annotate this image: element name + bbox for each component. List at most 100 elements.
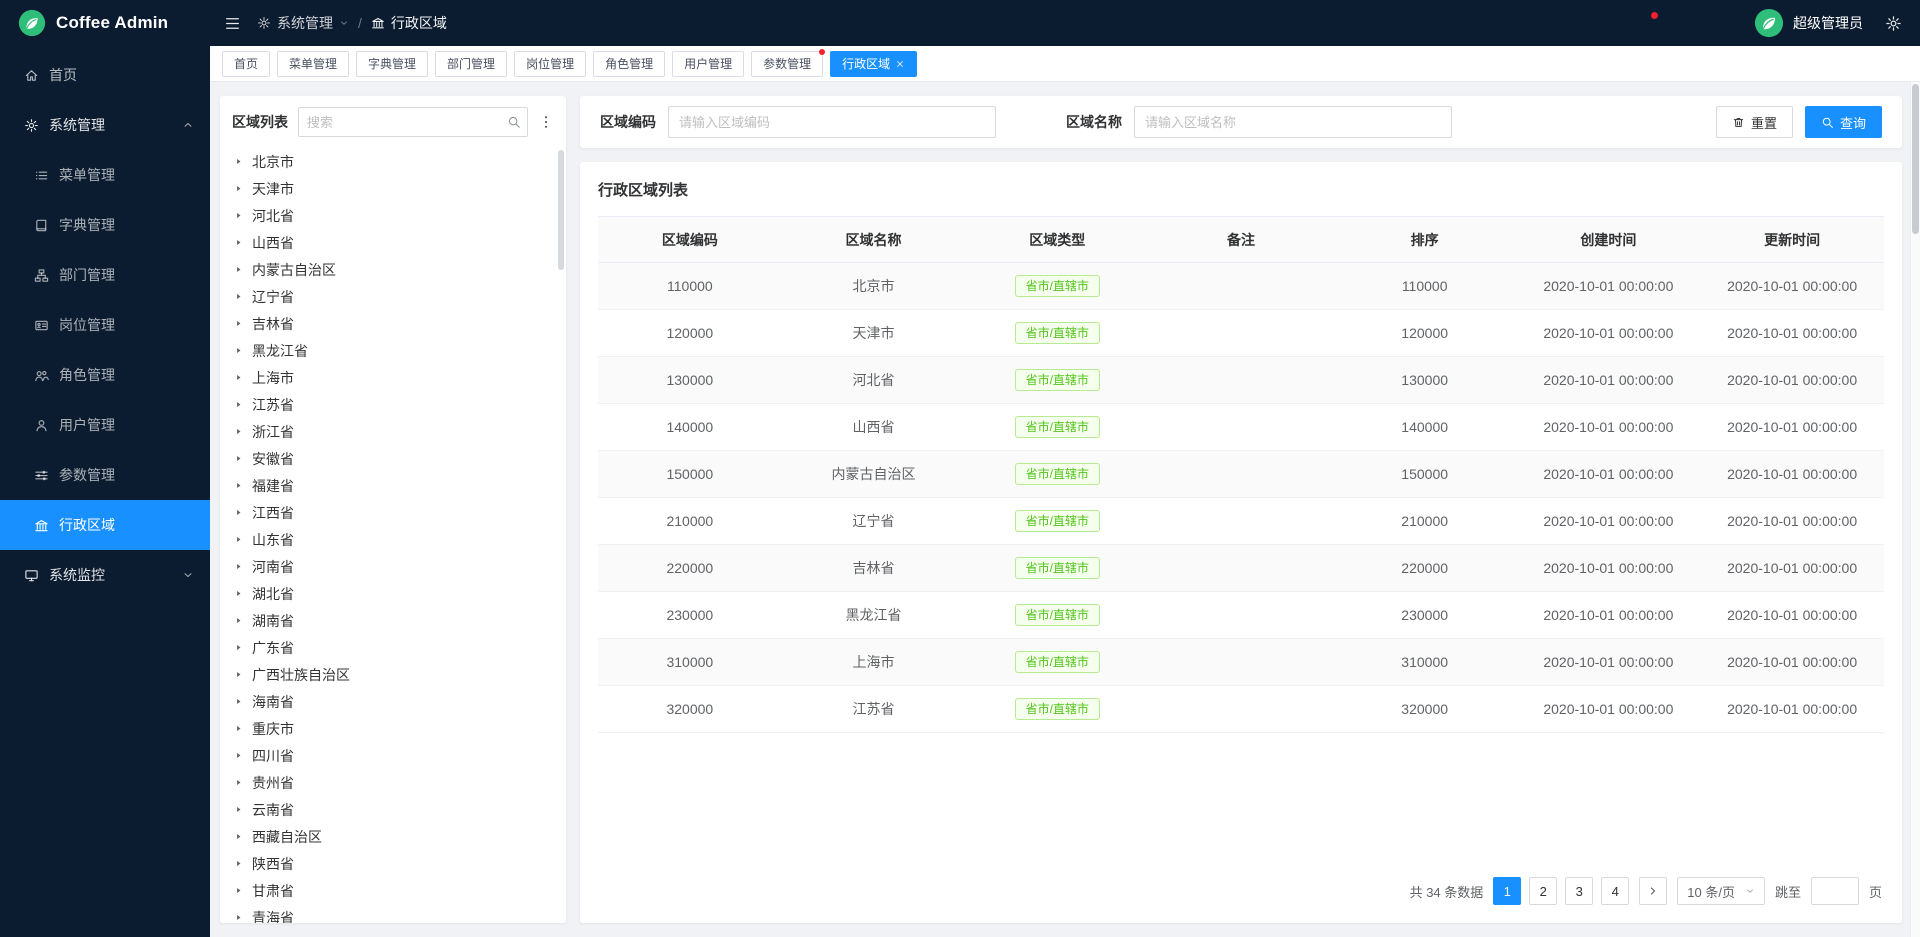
tree-item-region[interactable]: 四川省 [220,742,566,769]
tab[interactable]: 菜单管理 [277,51,349,77]
caret-right-icon[interactable] [234,832,243,841]
caret-right-icon[interactable] [234,697,243,706]
tree-item-region[interactable]: 山东省 [220,526,566,553]
tree-item-region[interactable]: 辽宁省 [220,283,566,310]
caret-right-icon[interactable] [234,346,243,355]
table-row[interactable]: 310000 上海市 省市/直辖市 310000 2020-10-01 00:0… [598,639,1884,686]
tree-search-input[interactable] [299,115,501,130]
caret-right-icon[interactable] [234,913,243,922]
breadcrumb-root[interactable]: 系统管理 [257,13,349,33]
tree-item-region[interactable]: 安徽省 [220,445,566,472]
sidebar-item[interactable]: 系统监控 [0,550,210,600]
caret-right-icon[interactable] [234,292,243,301]
caret-right-icon[interactable] [234,454,243,463]
tree-item-region[interactable]: 江苏省 [220,391,566,418]
tree-item-region[interactable]: 贵州省 [220,769,566,796]
table-row[interactable]: 110000 北京市 省市/直辖市 110000 2020-10-01 00:0… [598,263,1884,310]
query-button[interactable]: 查询 [1805,106,1882,138]
caret-right-icon[interactable] [234,670,243,679]
sidebar-item[interactable]: 系统管理 [0,100,210,150]
tree-item-region[interactable]: 吉林省 [220,310,566,337]
tree-item-region[interactable]: 山西省 [220,229,566,256]
table-row[interactable]: 120000 天津市 省市/直辖市 120000 2020-10-01 00:0… [598,310,1884,357]
tool-icon[interactable] [1637,15,1654,32]
page-button[interactable]: 1 [1493,877,1521,905]
table-tool-icon[interactable] [1796,181,1812,197]
table-row[interactable]: 150000 内蒙古自治区 省市/直辖市 150000 2020-10-01 0… [598,451,1884,498]
table-row[interactable]: 130000 河北省 省市/直辖市 130000 2020-10-01 00:0… [598,357,1884,404]
tabbar-tool-icon[interactable] [1855,56,1870,71]
tool-icon[interactable] [1715,15,1732,32]
tab[interactable]: 行政区域 [830,51,917,77]
tree-item-region[interactable]: 西藏自治区 [220,823,566,850]
sidebar-item[interactable]: 部门管理 [0,250,210,300]
tree-item-region[interactable]: 湖南省 [220,607,566,634]
caret-right-icon[interactable] [234,481,243,490]
tab[interactable]: 角色管理 [593,51,665,77]
sidebar-item[interactable]: 参数管理 [0,450,210,500]
tree-item-region[interactable]: 河北省 [220,202,566,229]
tree-item-region[interactable]: 江西省 [220,499,566,526]
menu-collapse-icon[interactable] [224,15,241,32]
tree-item-region[interactable]: 云南省 [220,796,566,823]
caret-right-icon[interactable] [234,400,243,409]
tree-item-region[interactable]: 福建省 [220,472,566,499]
caret-right-icon[interactable] [234,427,243,436]
region-code-input[interactable] [668,106,996,138]
sidebar-item[interactable]: 用户管理 [0,400,210,450]
table-row[interactable]: 220000 吉林省 省市/直辖市 220000 2020-10-01 00:0… [598,545,1884,592]
page-button[interactable]: 3 [1565,877,1593,905]
caret-right-icon[interactable] [234,157,243,166]
caret-right-icon[interactable] [234,724,243,733]
caret-right-icon[interactable] [234,805,243,814]
sidebar-item[interactable]: 首页 [0,50,210,100]
sidebar-item[interactable]: 行政区域 [0,500,210,550]
tab[interactable]: 岗位管理 [514,51,586,77]
tree-item-region[interactable]: 海南省 [220,688,566,715]
caret-right-icon[interactable] [234,859,243,868]
caret-right-icon[interactable] [234,616,243,625]
tabbar-tool-icon[interactable] [1893,56,1908,71]
tree-search-button[interactable] [501,108,527,136]
tree-item-region[interactable]: 广东省 [220,634,566,661]
table-row[interactable]: 210000 辽宁省 省市/直辖市 210000 2020-10-01 00:0… [598,498,1884,545]
caret-right-icon[interactable] [234,265,243,274]
tree-item-region[interactable]: 黑龙江省 [220,337,566,364]
caret-right-icon[interactable] [234,886,243,895]
table-tool-icon[interactable] [1832,181,1848,197]
caret-right-icon[interactable] [234,319,243,328]
tab[interactable]: 字典管理 [356,51,428,77]
tree-scrollbar-thumb[interactable] [558,150,564,270]
table-tool-icon[interactable] [1868,181,1884,197]
table-row[interactable]: 320000 江苏省 省市/直辖市 320000 2020-10-01 00:0… [598,686,1884,733]
caret-right-icon[interactable] [234,184,243,193]
caret-right-icon[interactable] [234,589,243,598]
table-row[interactable]: 140000 山西省 省市/直辖市 140000 2020-10-01 00:0… [598,404,1884,451]
tree-item-region[interactable]: 陕西省 [220,850,566,877]
tree-item-region[interactable]: 北京市 [220,148,566,175]
tree-item-region[interactable]: 河南省 [220,553,566,580]
tree-item-region[interactable]: 内蒙古自治区 [220,256,566,283]
sidebar-item[interactable]: 菜单管理 [0,150,210,200]
tab[interactable]: 参数管理 [751,51,823,77]
page-scrollbar-thumb[interactable] [1912,84,1919,234]
caret-right-icon[interactable] [234,751,243,760]
caret-right-icon[interactable] [234,562,243,571]
tree-item-region[interactable]: 广西壮族自治区 [220,661,566,688]
next-page-button[interactable] [1639,877,1667,905]
sidebar-item[interactable]: 角色管理 [0,350,210,400]
tree-item-region[interactable]: 天津市 [220,175,566,202]
caret-right-icon[interactable] [234,373,243,382]
caret-right-icon[interactable] [234,643,243,652]
tree-item-region[interactable]: 青海省 [220,904,566,923]
jump-page-input[interactable] [1811,877,1859,905]
reset-button[interactable]: 重置 [1716,106,1793,138]
close-icon[interactable] [895,59,905,69]
tree-item-region[interactable]: 浙江省 [220,418,566,445]
caret-right-icon[interactable] [234,778,243,787]
settings-icon[interactable] [1885,15,1902,32]
tree-item-region[interactable]: 上海市 [220,364,566,391]
more-options-icon[interactable] [538,114,554,130]
caret-right-icon[interactable] [234,211,243,220]
tabbar-tool-icon[interactable] [1825,56,1840,71]
